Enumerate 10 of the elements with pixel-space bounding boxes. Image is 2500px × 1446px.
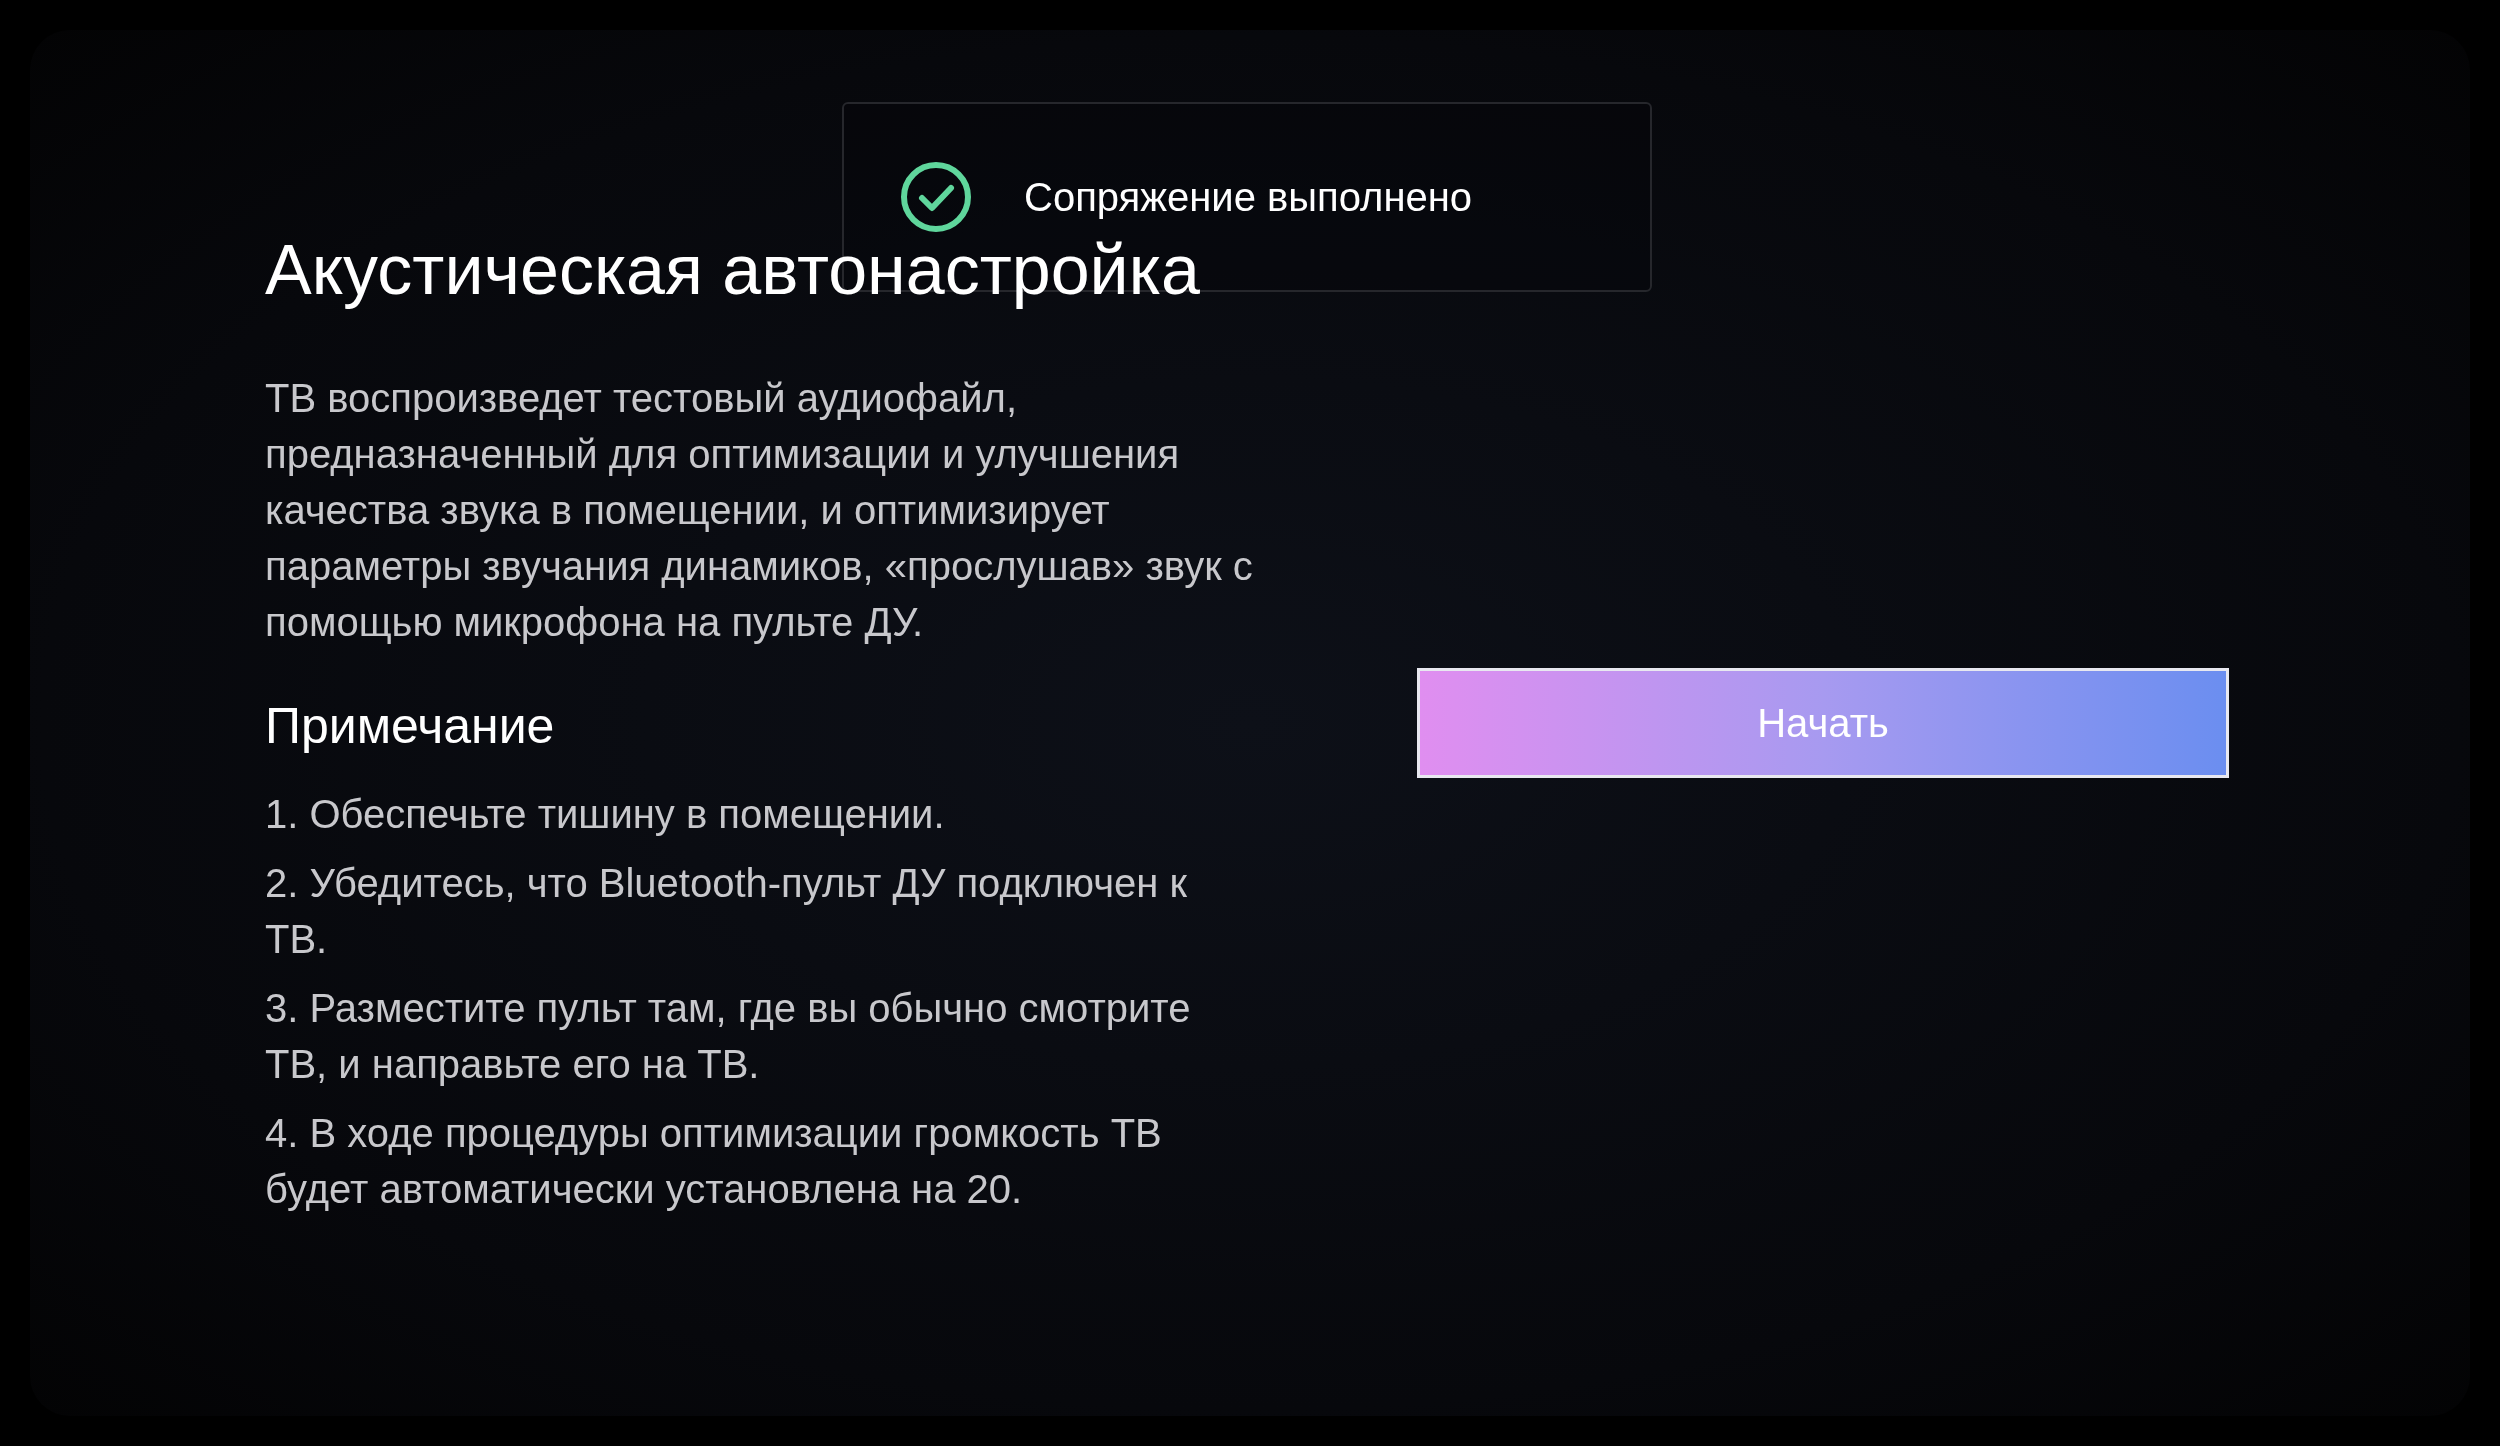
start-button[interactable]: Начать: [1417, 668, 2229, 778]
description-text: ТВ воспроизведет тестовый аудиофайл, предназначенный для оптимизации и улучшения качества звука в помещении, и оптимизирует параметры звучания динамиков, «прослушав» звук с помощью микрофона на пульте ДУ.: [265, 375, 1254, 646]
toast-message: Сопряжение выполнено: [1024, 174, 1473, 221]
note-item: 2. Убедитесь, что Bluetooth-пульт ДУ подключен к ТВ.: [265, 860, 1188, 963]
note-heading: Примечание: [265, 697, 556, 756]
note-item: 4. В ходе процедуры оптимизации громкость ТВ будет автоматически установлена на 20.: [265, 1110, 1163, 1213]
page-title: Акустическая автонастройка: [265, 230, 1200, 310]
note-item: 3. Разместите пульт там, где вы обычно смотрите ТВ, и направьте его на ТВ.: [265, 985, 1192, 1088]
check-icon: [900, 161, 972, 233]
note-item: 1. Обеспечьте тишину в помещении.: [265, 791, 946, 838]
